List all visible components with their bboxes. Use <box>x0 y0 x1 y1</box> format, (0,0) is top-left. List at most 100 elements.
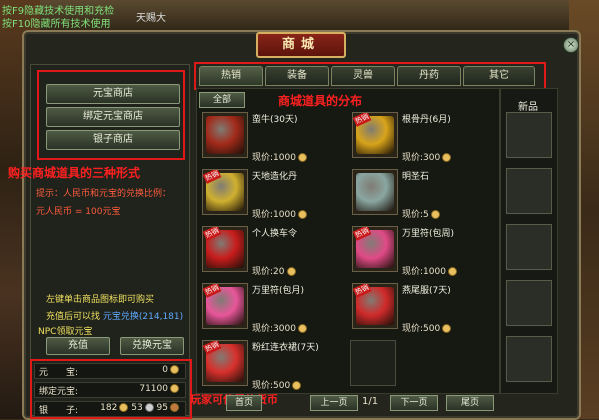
item-cell: 热销 万里符(包周) 现价:1000 <box>350 224 498 280</box>
coin-icon <box>170 384 179 393</box>
coin-icon <box>170 365 179 374</box>
tab-pills[interactable]: 丹药 <box>397 66 461 86</box>
item-price: 现价:5 <box>402 207 440 220</box>
annotation-distribution: 商城道具的分布 <box>278 94 363 108</box>
item-icon-slot[interactable]: 热销 <box>352 226 398 272</box>
silver-value: 182 53 95 <box>100 403 179 413</box>
item-icon-slot[interactable]: 热销 <box>352 283 398 329</box>
item-price-value: 现价:20 <box>252 267 285 277</box>
item-cell: 热销 粉红连衣裙(7天) 现价:500 <box>200 338 348 394</box>
tab-pets[interactable]: 灵兽 <box>331 66 395 86</box>
chat-line: 按F10隐藏所有技术使用 <box>2 19 111 30</box>
item-icon-slot[interactable] <box>352 169 398 215</box>
coin-icon <box>442 153 452 162</box>
item-name: 根骨丹(6月) <box>402 115 451 125</box>
item-icon <box>206 116 244 154</box>
new-product-slot[interactable] <box>506 168 552 214</box>
item-price: 现价:1000 <box>252 150 307 163</box>
item-cell: 明圣石现价:5 <box>350 167 498 223</box>
close-icon[interactable]: × <box>563 37 579 53</box>
next-page-button[interactable]: 下一页 <box>390 395 438 411</box>
item-icon-slot[interactable]: 热销 <box>352 112 398 158</box>
bound-yuanbao-store-button[interactable]: 绑定元宝商店 <box>46 107 180 127</box>
item-price: 现价:1000 <box>252 207 307 220</box>
coin-icon <box>292 381 302 390</box>
exchange-rate: 元人民币 = 100元宝 <box>36 207 121 217</box>
item-cell: 蛮牛(30天) 现价:1000 <box>200 110 348 166</box>
coin-icon <box>297 324 307 333</box>
item-price: 现价:500 <box>252 378 302 391</box>
coin-icon <box>297 210 307 219</box>
item-price-value: 现价:1000 <box>252 210 296 220</box>
silver-store-button[interactable]: 银子商店 <box>46 130 180 150</box>
item-icon-slot[interactable]: 热销 <box>202 169 248 215</box>
tab-equipment[interactable]: 装备 <box>265 66 329 86</box>
item-price: 现价:500 <box>402 321 452 334</box>
new-product-slot[interactable] <box>506 224 552 270</box>
recharge-button[interactable]: 充值 <box>46 337 110 355</box>
empty-slot <box>350 340 396 386</box>
silver-row: 银 子: 182 53 95 <box>34 401 186 417</box>
exchange-npc-link[interactable]: 元宝兑换(214,181) <box>103 312 183 322</box>
exchange-tip: 提示：人民币和元宝的兑换比例： <box>36 189 172 199</box>
silver-label: 银 子: <box>39 406 79 416</box>
silver-copper: 95 <box>156 403 168 413</box>
item-icon-slot[interactable] <box>202 112 248 158</box>
new-product-slot[interactable] <box>506 280 552 326</box>
item-name: 个人换车令 <box>252 229 298 239</box>
window-title: 商城 <box>256 32 346 58</box>
top-tag: 天赐大 <box>136 13 166 24</box>
copper-coin-icon <box>170 403 179 412</box>
yuanbao-store-button[interactable]: 元宝商店 <box>46 84 180 104</box>
item-name: 明圣石 <box>402 172 430 182</box>
item-name: 粉红连衣裙(7天) <box>252 343 319 353</box>
new-product-slot[interactable] <box>506 336 552 382</box>
item-icon-slot[interactable]: 热销 <box>202 226 248 272</box>
item-name: 燕尾服(7天) <box>402 286 451 296</box>
coin-icon <box>430 210 440 219</box>
first-page-button[interactable]: 首页 <box>226 395 262 411</box>
item-cell: 热销 根骨丹(6月) 现价:300 <box>350 110 498 166</box>
item-icon <box>356 173 394 211</box>
help-npc: NPC领取元宝 <box>38 327 93 337</box>
new-products-title: 新品 <box>518 102 538 113</box>
item-icon-slot[interactable]: 热销 <box>202 340 248 386</box>
coin-icon <box>447 267 457 276</box>
bound-yuanbao-label: 绑定元宝: <box>39 387 79 397</box>
help-exchange-text: 充值后可以找 <box>46 312 101 322</box>
gold-coin-icon <box>119 403 129 412</box>
item-cell: 热销 天地造化丹现价:1000 <box>200 167 348 223</box>
item-price-value: 现价:3000 <box>252 324 296 334</box>
item-name: 万里符(包月) <box>252 286 305 296</box>
item-cell: 热销 燕尾服(7天) 现价:500 <box>350 281 498 337</box>
new-product-slot[interactable] <box>506 112 552 158</box>
item-cell: 热销 个人换车令现价:20 <box>200 224 348 280</box>
item-price-value: 现价:500 <box>402 324 441 334</box>
prev-page-button[interactable]: 上一页 <box>310 395 358 411</box>
tab-other[interactable]: 其它 <box>463 66 535 86</box>
bound-yuanbao-row: 绑定元宝: 71100 <box>34 382 186 398</box>
yuanbao-value: 0 <box>162 365 179 375</box>
item-price-value: 现价:500 <box>252 381 291 391</box>
item-name: 天地造化丹 <box>252 172 298 182</box>
item-price: 现价:3000 <box>252 321 307 334</box>
item-name: 万里符(包周) <box>402 229 455 239</box>
item-price-value: 现价:1000 <box>252 153 296 163</box>
exchange-yuanbao-button[interactable]: 兑换元宝 <box>120 337 184 355</box>
item-price-value: 现价:300 <box>402 153 441 163</box>
bound-yuanbao-value: 71100 <box>139 384 179 394</box>
yuanbao-row: 元 宝: 0 <box>34 363 186 379</box>
item-price: 现价:20 <box>252 264 296 277</box>
item-price: 现价:300 <box>402 150 452 163</box>
yuanbao-label: 元 宝: <box>39 368 79 378</box>
item-icon-slot[interactable]: 热销 <box>202 283 248 329</box>
page-indicator: 1/1 <box>362 396 379 407</box>
tab-hot[interactable]: 热销 <box>199 66 263 86</box>
help-exchange: 充值后可以找 元宝兑换(214,181) <box>46 309 183 322</box>
silver-coin-icon <box>144 403 154 412</box>
silver-silver: 53 <box>131 403 143 413</box>
yuanbao-amount: 0 <box>162 365 168 375</box>
annotation-stores: 购买商城道具的三种形式 <box>8 166 141 180</box>
last-page-button[interactable]: 尾页 <box>446 395 494 411</box>
all-filter-button[interactable]: 全部 <box>199 92 245 108</box>
